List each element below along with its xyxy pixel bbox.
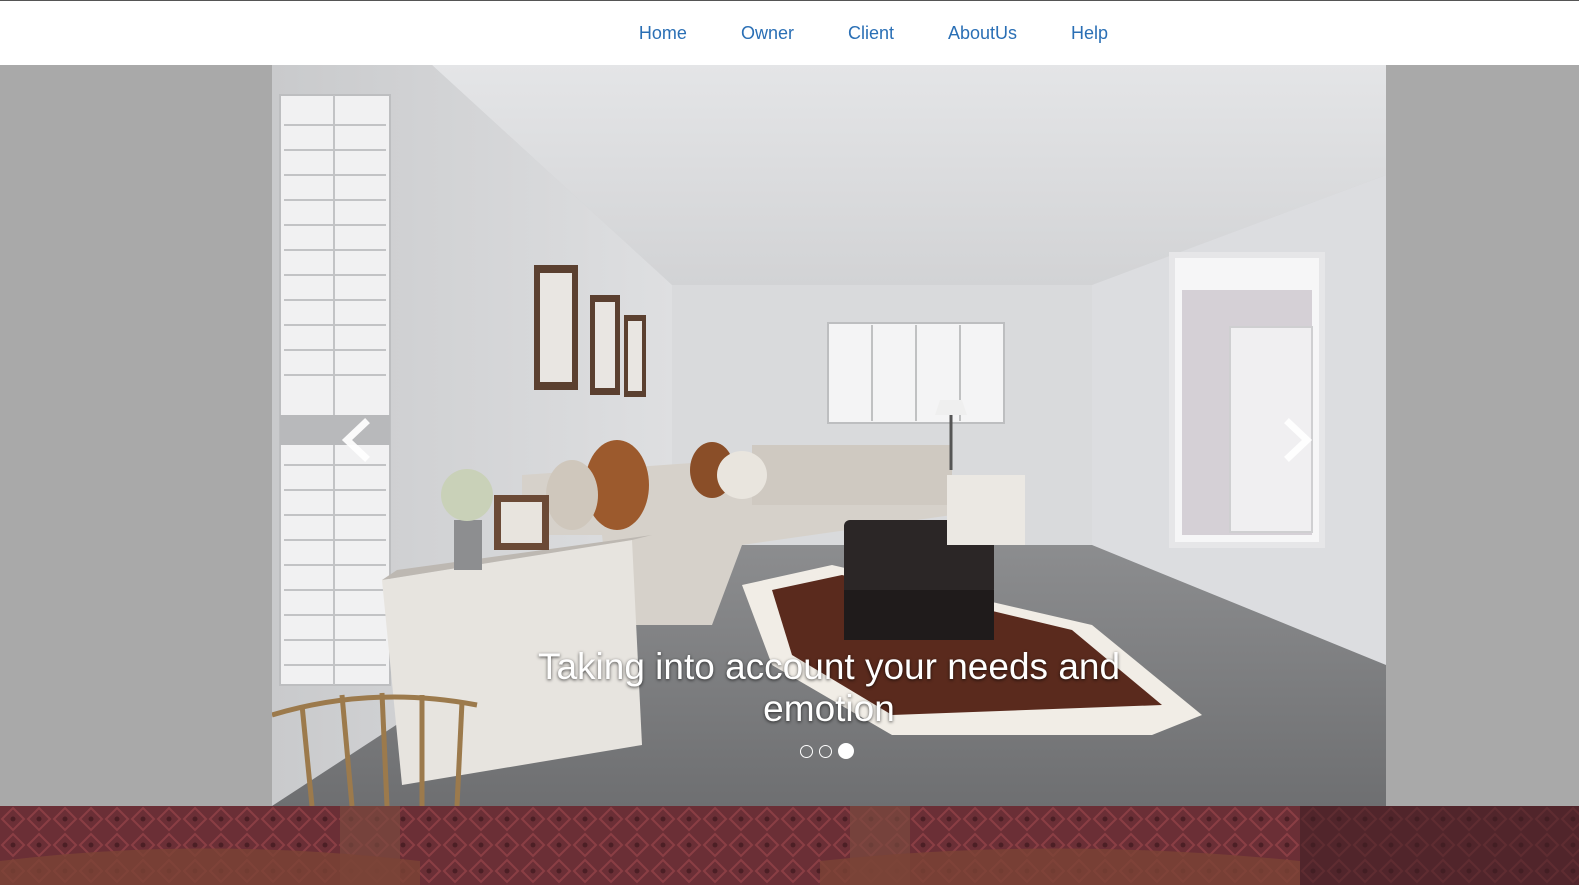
carousel-indicator-3[interactable] bbox=[838, 743, 854, 759]
carousel-indicator-1[interactable] bbox=[800, 745, 813, 758]
carousel-indicators bbox=[800, 743, 854, 759]
nav-link-aboutus[interactable]: AboutUs bbox=[948, 23, 1017, 43]
carousel-prev-button[interactable] bbox=[335, 415, 375, 465]
decorative-banner bbox=[0, 806, 1579, 885]
carousel-next-button[interactable] bbox=[1279, 415, 1319, 465]
nav-link-home[interactable]: Home bbox=[639, 23, 687, 43]
carousel-indicator-2[interactable] bbox=[819, 745, 832, 758]
chevron-right-icon bbox=[1284, 418, 1313, 462]
nav-link-owner[interactable]: Owner bbox=[741, 23, 794, 43]
chevron-left-icon bbox=[341, 418, 370, 462]
nav-item-home: Home bbox=[639, 23, 687, 44]
top-navbar: Home Owner Client AboutUs Help bbox=[0, 0, 1579, 65]
nav-item-aboutus: AboutUs bbox=[948, 23, 1017, 44]
nav-item-help: Help bbox=[1071, 23, 1108, 44]
carousel-caption: Taking into account your needs and emoti… bbox=[537, 646, 1121, 729]
decorative-banner-image bbox=[0, 806, 1579, 885]
nav-link-client[interactable]: Client bbox=[848, 23, 894, 43]
nav-item-client: Client bbox=[848, 23, 894, 44]
nav-item-owner: Owner bbox=[741, 23, 794, 44]
nav-link-help[interactable]: Help bbox=[1071, 23, 1108, 43]
nav-menu: Home Owner Client AboutUs Help bbox=[0, 1, 1579, 65]
